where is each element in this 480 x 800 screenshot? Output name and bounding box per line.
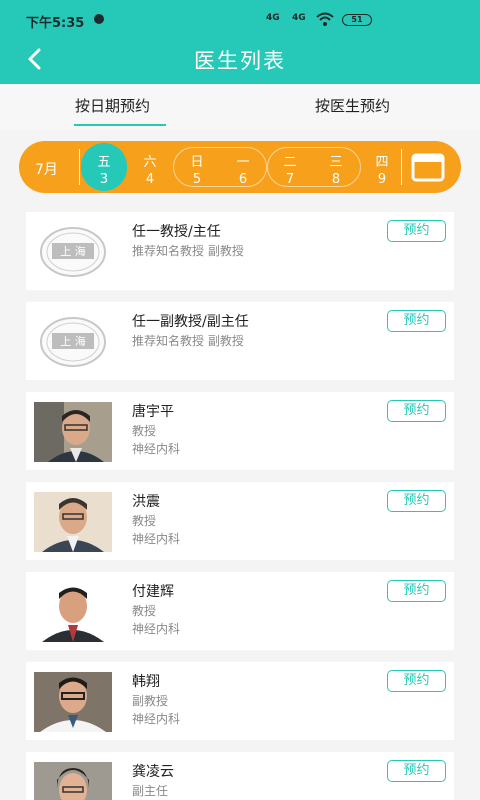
doctor-photo-image <box>34 402 112 462</box>
notification-icon <box>94 14 104 24</box>
date-number: 7 <box>285 172 295 187</box>
doctor-name: 唐宇平 <box>132 404 174 420</box>
book-button[interactable]: 预约 <box>387 670 446 692</box>
day-item[interactable]: 一 6 <box>220 143 266 191</box>
book-button[interactable]: 预约 <box>387 400 446 422</box>
doctor-title: 副教授 <box>132 694 169 708</box>
active-tab-indicator <box>74 124 166 126</box>
logo-icon: 上 海 <box>40 227 106 277</box>
book-button[interactable]: 预约 <box>387 760 446 782</box>
status-time: 下午5:35 <box>26 16 85 31</box>
calendar-button[interactable] <box>411 151 445 183</box>
doctor-photo <box>34 582 112 642</box>
doctor-title: 教授 <box>132 514 157 528</box>
page-title: 医生列表 <box>194 49 286 73</box>
weekday-label: 四 <box>375 155 389 170</box>
day-item[interactable]: 四 9 <box>359 143 405 191</box>
tab-by-date[interactable]: 按日期预约 <box>75 95 150 116</box>
divider <box>79 149 80 185</box>
day-item-selected[interactable]: 五 3 <box>81 143 127 191</box>
doctor-card[interactable]: 上 海 任一教授/主任 推荐知名教授 副教授 预约 <box>26 212 454 290</box>
logo-text: 上 海 <box>60 244 86 258</box>
divider <box>401 149 402 185</box>
book-button[interactable]: 预约 <box>387 580 446 602</box>
doctor-card[interactable]: 龚凌云 副主任 预约 <box>26 752 454 800</box>
weekday-label: 二 <box>283 155 297 170</box>
doctor-name: 洪震 <box>132 494 160 510</box>
weekday-label: 日 <box>190 155 204 170</box>
book-button[interactable]: 预约 <box>387 220 446 242</box>
hospital-logo: 上 海 <box>34 222 112 282</box>
doctor-photo-image <box>34 672 112 732</box>
book-button[interactable]: 预约 <box>387 490 446 512</box>
doctor-name: 付建辉 <box>132 584 174 600</box>
doctor-department: 神经内科 <box>132 622 181 636</box>
doctor-photo-image <box>34 762 112 800</box>
battery-icon: 51 <box>342 14 372 26</box>
doctor-department: 神经内科 <box>132 712 181 726</box>
doctor-title: 推荐知名教授 副教授 <box>132 244 244 258</box>
status-bar: 下午5:35 4G 4G 51 <box>0 0 480 32</box>
day-item[interactable]: 二 7 <box>267 143 313 191</box>
doctor-card[interactable]: 韩翔 副教授 神经内科 预约 <box>26 662 454 740</box>
doctor-card[interactable]: 上 海 任一副教授/副主任 推荐知名教授 副教授 预约 <box>26 302 454 380</box>
doctor-photo <box>34 762 112 800</box>
wifi-icon <box>316 12 334 26</box>
signal-icon-2: 4G <box>292 13 306 23</box>
date-number: 8 <box>331 172 341 187</box>
doctor-photo-image <box>34 582 112 642</box>
month-label: 7月 <box>35 162 58 178</box>
book-button[interactable]: 预约 <box>387 310 446 332</box>
doctor-title: 教授 <box>132 604 157 618</box>
date-number: 3 <box>99 172 109 187</box>
signal-icon: 4G <box>266 13 280 23</box>
doctor-name: 任一副教授/副主任 <box>132 314 249 330</box>
doctor-title: 教授 <box>132 424 157 438</box>
hospital-logo: 上 海 <box>34 312 112 372</box>
day-item[interactable]: 六 4 <box>127 143 173 191</box>
doctor-department: 神经内科 <box>132 442 181 456</box>
doctor-title: 副主任 <box>132 784 169 798</box>
doctor-photo-image <box>34 492 112 552</box>
calendar-icon <box>411 153 445 182</box>
date-number: 9 <box>377 172 387 187</box>
doctor-card[interactable]: 付建辉 教授 神经内科 预约 <box>26 572 454 650</box>
logo-icon: 上 海 <box>40 317 106 367</box>
weekday-label: 五 <box>97 155 111 170</box>
doctor-card[interactable]: 唐宇平 教授 神经内科 预约 <box>26 392 454 470</box>
app-header: 医生列表 <box>0 32 480 84</box>
doctor-name: 龚凌云 <box>132 764 174 780</box>
doctor-photo <box>34 492 112 552</box>
day-item[interactable]: 三 8 <box>313 143 359 191</box>
doctor-card[interactable]: 洪震 教授 神经内科 预约 <box>26 482 454 560</box>
doctor-title: 推荐知名教授 副教授 <box>132 334 244 348</box>
weekday-label: 六 <box>143 155 157 170</box>
doctor-photo <box>34 672 112 732</box>
day-item[interactable]: 日 5 <box>174 143 220 191</box>
doctor-name: 韩翔 <box>132 674 160 690</box>
doctor-department: 神经内科 <box>132 532 181 546</box>
tab-by-doctor[interactable]: 按医生预约 <box>315 95 390 116</box>
date-number: 4 <box>145 172 155 187</box>
doctor-name: 任一教授/主任 <box>132 224 221 240</box>
date-strip: 7月 五 3 六 4 日 5 一 6 二 7 三 8 四 9 <box>19 141 461 193</box>
weekday-label: 三 <box>329 155 343 170</box>
date-number: 6 <box>238 172 248 187</box>
tab-bar: 按日期预约 按医生预约 <box>0 84 480 130</box>
date-number: 5 <box>192 172 202 187</box>
weekday-label: 一 <box>236 155 250 170</box>
logo-text: 上 海 <box>60 334 86 348</box>
doctor-photo <box>34 402 112 462</box>
